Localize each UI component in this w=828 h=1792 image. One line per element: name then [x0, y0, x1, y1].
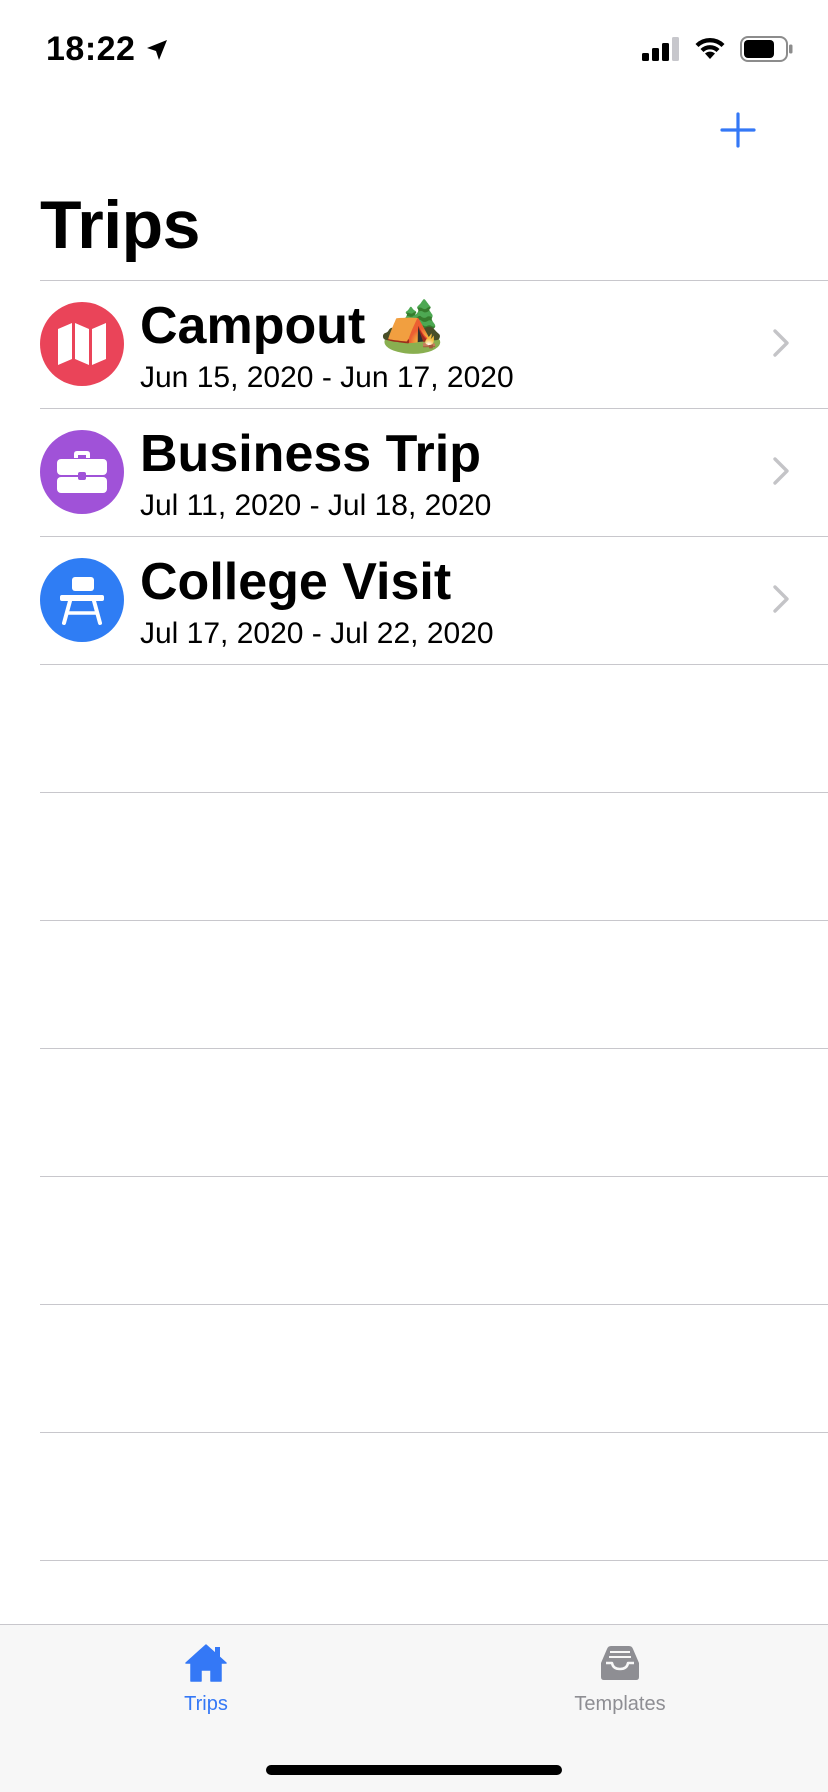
house-icon — [185, 1644, 227, 1682]
empty-row-separator — [40, 1176, 828, 1177]
map-icon — [58, 323, 106, 365]
empty-row-separator — [40, 1432, 828, 1433]
chevron-right-icon — [773, 585, 789, 613]
trip-row-college-visit[interactable]: College Visit Jul 17, 2020 - Jul 22, 202… — [0, 536, 828, 664]
trip-icon-badge — [40, 430, 124, 514]
trip-icon-badge — [40, 558, 124, 642]
tab-templates[interactable]: Templates — [520, 1625, 720, 1735]
status-time-label: 18:22 — [46, 30, 136, 68]
empty-row-separator — [40, 920, 828, 921]
tab-trips[interactable]: Trips — [106, 1625, 306, 1735]
chevron-right-icon — [773, 329, 789, 357]
page-title: Trips — [40, 187, 201, 263]
tab-bar: Trips Templates — [0, 1624, 828, 1792]
chevron-right-icon — [773, 457, 789, 485]
trip-dates: Jun 15, 2020 - Jun 17, 2020 — [140, 361, 514, 394]
home-indicator[interactable] — [266, 1765, 562, 1775]
signal-icon — [642, 37, 679, 61]
trip-dates: Jul 11, 2020 - Jul 18, 2020 — [140, 489, 492, 522]
trip-icon-badge — [40, 302, 124, 386]
briefcase-icon — [57, 451, 107, 493]
empty-row-separator — [40, 1560, 828, 1561]
add-trip-button[interactable] — [716, 108, 760, 152]
empty-row-separator — [40, 1048, 828, 1049]
status-time: 18:22 — [46, 30, 169, 69]
trip-row-business-trip[interactable]: Business Trip Jul 11, 2020 - Jul 18, 202… — [0, 408, 828, 536]
tab-trips-label: Trips — [184, 1693, 228, 1715]
trip-dates: Jul 17, 2020 - Jul 22, 2020 — [140, 617, 494, 650]
trip-title: Business Trip — [140, 425, 481, 483]
tray-icon — [601, 1646, 639, 1680]
trip-title: College Visit — [140, 553, 452, 611]
school-desk-icon — [60, 577, 104, 625]
empty-row-separator — [40, 792, 828, 793]
trip-row-campout[interactable]: Campout 🏕️ Jun 15, 2020 - Jun 17, 2020 — [0, 280, 828, 408]
status-icons — [642, 36, 794, 62]
empty-row-separator — [40, 1304, 828, 1305]
location-arrow-icon — [147, 39, 168, 60]
wifi-icon — [695, 37, 725, 59]
status-bar: 18:22 — [0, 0, 828, 100]
trip-title: Campout 🏕️ — [140, 297, 445, 355]
battery-icon — [740, 36, 793, 62]
tab-templates-label: Templates — [574, 1693, 666, 1715]
list-separator — [40, 664, 828, 665]
